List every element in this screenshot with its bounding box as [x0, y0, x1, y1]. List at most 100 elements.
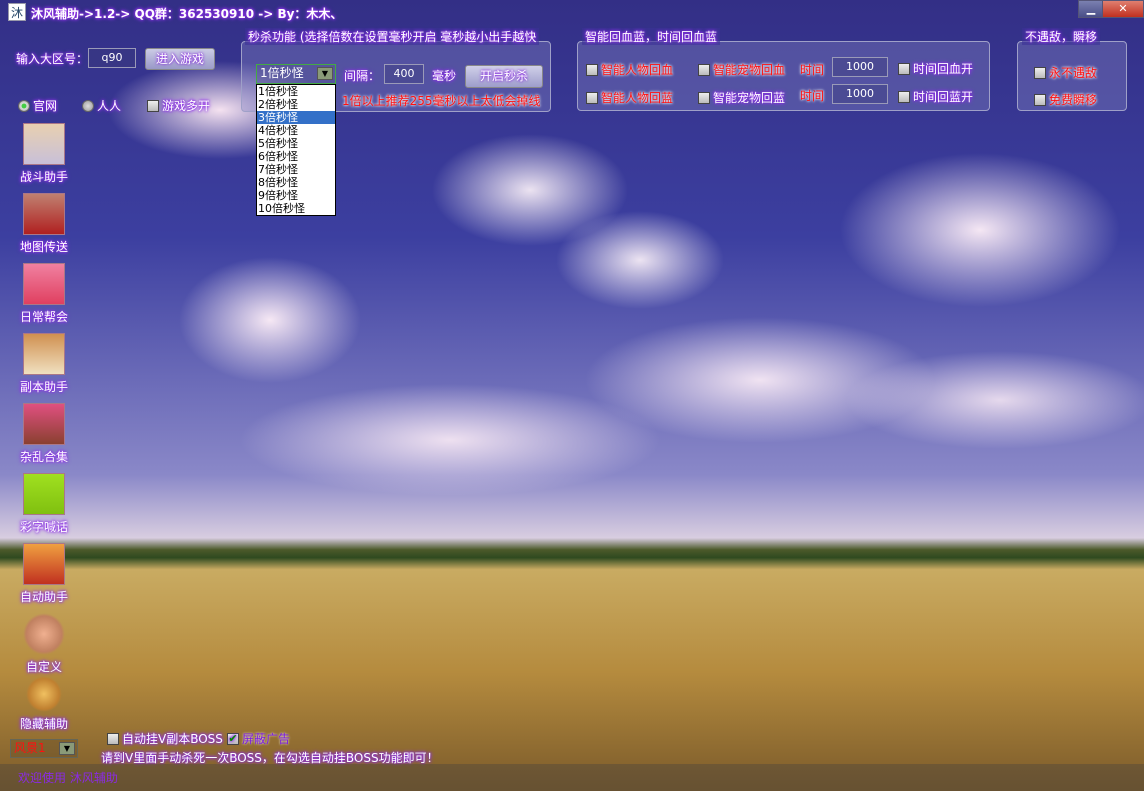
checkbox-label: 时间回蓝开 — [913, 90, 974, 104]
free-teleport-checkbox[interactable]: 免费瞬移 — [1034, 91, 1097, 108]
radio-icon — [82, 99, 94, 112]
title-bar[interactable]: 沐 沐风辅助->1.2-> QQ群：362530910 -> By：木木、 ▁ … — [0, 0, 1144, 24]
menu-item[interactable]: 3倍秒怪 — [257, 111, 335, 124]
sidebar-label: 自定义 — [25, 660, 62, 674]
multiplier-dropdown-menu[interactable]: 1倍秒怪 2倍秒怪 3倍秒怪 4倍秒怪 5倍秒怪 6倍秒怪 7倍秒怪 8倍秒怪 … — [256, 84, 336, 216]
radio-label: 官网 — [33, 99, 58, 113]
recover-title: 智能回血蓝，时间回血蓝 — [582, 28, 721, 45]
sidebar-item-shout[interactable]: 彩字喊话 — [14, 473, 74, 535]
menu-item[interactable]: 2倍秒怪 — [257, 98, 335, 111]
time-label: 时间 — [800, 63, 825, 77]
noenemy-title: 不遇敌，瞬移 — [1022, 28, 1101, 45]
avatar-icon — [26, 676, 62, 712]
enter-game-button[interactable]: 进入游戏 — [145, 48, 215, 70]
checkbox-label: 智能宠物回血 — [713, 63, 786, 77]
checkbox-icon — [1034, 66, 1046, 79]
radio-label: 人人 — [97, 99, 122, 113]
chevron-down-icon[interactable]: ▼ — [59, 742, 75, 755]
sidebar-item-map[interactable]: 地图传送 — [14, 193, 74, 255]
menu-item[interactable]: 8倍秒怪 — [257, 176, 335, 189]
checkbox-label: 智能人物回血 — [601, 63, 674, 77]
smart-pet-mp-checkbox[interactable]: 智能宠物回蓝 — [698, 89, 785, 106]
menu-item[interactable]: 9倍秒怪 — [257, 189, 335, 202]
checkbox-label: 游戏多开 — [162, 99, 211, 113]
sidebar-item-daily[interactable]: 日常帮会 — [14, 263, 74, 325]
status-bar: 欢迎使用 沐风辅助 — [0, 764, 1144, 791]
smart-char-hp-checkbox[interactable]: 智能人物回血 — [586, 61, 673, 78]
avatar-icon — [23, 333, 65, 375]
auto-boss-checkbox[interactable]: 自动挂V副本BOSS — [107, 730, 223, 747]
selected-value: 1倍秒怪 — [260, 66, 304, 80]
avatar-icon — [23, 123, 65, 165]
sidebar-label: 副本助手 — [19, 380, 68, 394]
radio-renren[interactable]: 人人 — [82, 97, 121, 114]
menu-item[interactable]: 6倍秒怪 — [257, 150, 335, 163]
ms-label: 毫秒 — [432, 69, 457, 83]
minimize-button[interactable]: ▁ — [1078, 0, 1104, 18]
sidebar-label: 隐藏辅助 — [19, 717, 68, 731]
chevron-down-icon[interactable]: ▼ — [317, 67, 333, 80]
checkbox-label: 屏蔽广告 — [242, 732, 291, 746]
block-ads-checkbox[interactable]: ✔ 屏蔽广告 — [227, 730, 290, 747]
sidebar-item-hide[interactable]: 隐藏辅助 — [14, 676, 74, 732]
seckill-hint: 1倍以上推荐255毫秒以上太低会掉线 — [342, 94, 541, 108]
hp-time-input[interactable]: 1000 — [832, 57, 888, 77]
interval-label: 间隔： — [344, 69, 381, 83]
interval-input[interactable]: 400 — [384, 64, 424, 84]
checkbox-icon — [586, 91, 598, 104]
sidebar-item-dungeon[interactable]: 副本助手 — [14, 333, 74, 395]
time-hp-checkbox[interactable]: 时间回血开 — [898, 60, 973, 77]
time-label: 时间 — [800, 89, 825, 103]
checkbox-icon — [698, 91, 710, 104]
mp-time-input[interactable]: 1000 — [832, 84, 888, 104]
avatar-icon — [23, 263, 65, 305]
menu-item[interactable]: 5倍秒怪 — [257, 137, 335, 150]
radio-icon — [18, 99, 30, 112]
skin-select[interactable]: 风景1 ▼ — [10, 739, 78, 758]
checkbox-icon — [698, 63, 710, 76]
avatar-icon — [23, 473, 65, 515]
sidebar-label: 自动助手 — [19, 590, 68, 604]
checkbox-icon — [586, 63, 598, 76]
multi-open-checkbox[interactable]: 游戏多开 — [147, 97, 210, 114]
seckill-title: 秒杀功能 (选择倍数在设置毫秒开启 毫秒越小出手越快 — [245, 28, 540, 45]
sidebar-item-auto[interactable]: 自动助手 — [14, 543, 74, 605]
menu-item[interactable]: 4倍秒怪 — [257, 124, 335, 137]
start-seckill-button[interactable]: 开启秒杀 — [465, 65, 543, 88]
sidebar-label: 杂乱合集 — [19, 450, 68, 464]
avatar-icon — [23, 613, 65, 655]
menu-item[interactable]: 10倍秒怪 — [257, 202, 335, 215]
status-text: 欢迎使用 沐风辅助 — [18, 771, 118, 785]
sidebar-item-battle[interactable]: 战斗助手 — [14, 123, 74, 185]
selected-value: 风景1 — [14, 741, 46, 755]
checkbox-label: 永不遇敌 — [1049, 66, 1098, 80]
checkbox-icon — [147, 99, 159, 112]
smart-pet-hp-checkbox[interactable]: 智能宠物回血 — [698, 61, 785, 78]
checkbox-label: 自动挂V副本BOSS — [122, 732, 223, 746]
checkbox-icon — [898, 62, 910, 75]
menu-item[interactable]: 7倍秒怪 — [257, 163, 335, 176]
sidebar-item-custom[interactable]: 自定义 — [14, 613, 74, 675]
sidebar-label: 日常帮会 — [19, 310, 68, 324]
checkmark-icon: ✔ — [227, 731, 239, 745]
multiplier-select[interactable]: 1倍秒怪 ▼ — [256, 64, 336, 84]
region-label: 输入大区号： — [16, 52, 89, 66]
close-button[interactable]: ✕ — [1102, 0, 1144, 18]
app-icon: 沐 — [8, 3, 26, 21]
time-mp-checkbox[interactable]: 时间回蓝开 — [898, 88, 973, 105]
window-title: 沐风辅助->1.2-> QQ群：362530910 -> By：木木、 — [31, 7, 343, 21]
menu-item[interactable]: 1倍秒怪 — [257, 85, 335, 98]
smart-char-mp-checkbox[interactable]: 智能人物回蓝 — [586, 89, 673, 106]
region-input[interactable]: q90 — [88, 48, 136, 68]
checkbox-icon — [107, 732, 119, 745]
checkbox-icon — [898, 90, 910, 103]
avatar-icon — [23, 193, 65, 235]
radio-official[interactable]: 官网 — [18, 97, 57, 114]
no-encounter-checkbox[interactable]: 永不遇敌 — [1034, 64, 1097, 81]
checkbox-label: 智能人物回蓝 — [601, 91, 674, 105]
checkbox-label: 免费瞬移 — [1049, 93, 1098, 107]
sidebar-label: 地图传送 — [19, 240, 68, 254]
checkbox-label: 智能宠物回蓝 — [713, 91, 786, 105]
checkbox-icon — [1034, 93, 1046, 106]
sidebar-item-misc[interactable]: 杂乱合集 — [14, 403, 74, 465]
